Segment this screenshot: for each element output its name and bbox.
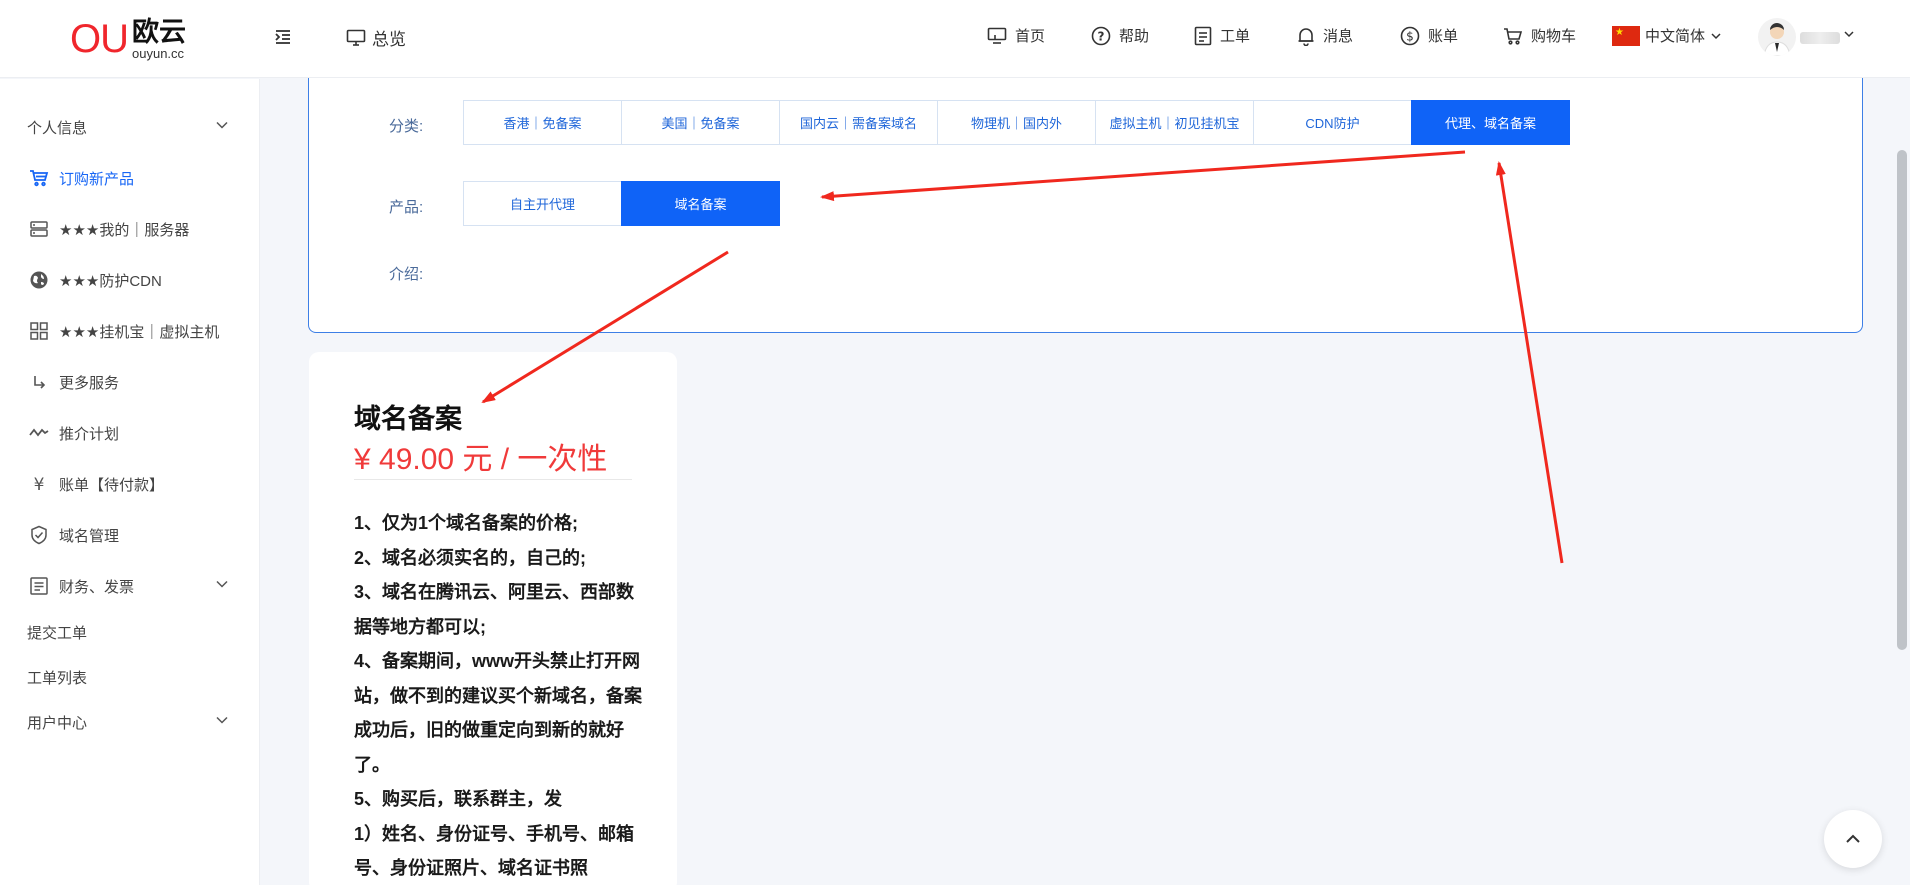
top-header: OU 欧云 ouyun.cc 总览 首页 ? 帮助 工单 消息 $ 账单 购物车… (0, 0, 1910, 78)
wave-icon (29, 428, 49, 437)
user-avatar[interactable] (1758, 18, 1796, 56)
nav-billing[interactable]: $ 账单 (1400, 25, 1458, 46)
divider (354, 479, 632, 480)
category-option[interactable]: 物理机｜国内外 (937, 100, 1096, 145)
svg-text:¥: ¥ (34, 475, 45, 493)
product-option-selected[interactable]: 域名备案 (621, 181, 780, 226)
sidebar-item-label: ★★★防护CDN (59, 272, 162, 290)
sidebar-item-label: 提交工单 (27, 624, 88, 642)
china-flag-icon: ★ (1612, 25, 1640, 46)
category-option-selected[interactable]: 代理、域名备案 (1411, 100, 1570, 145)
sidebar-item-label: 账单【待付款】 (59, 476, 165, 494)
document-icon (30, 577, 48, 595)
svg-text:?: ? (1098, 29, 1105, 43)
svg-text:$: $ (1406, 29, 1414, 43)
sidebar-item-label: 用户中心 (27, 714, 88, 732)
sidebar-item-label: ★★★我的｜服务器 (59, 221, 190, 239)
product-option[interactable]: 自主开代理 (463, 181, 622, 226)
category-option[interactable]: 香港｜免备案 (463, 100, 622, 145)
sidebar-item-finance[interactable]: 财务、发票 (0, 564, 260, 608)
category-option[interactable]: 美国｜免备案 (621, 100, 780, 145)
category-option[interactable]: 国内云｜需备案域名 (779, 100, 938, 145)
description-line: 5、购买后，联系群主，发 (354, 789, 563, 809)
sidebar-item-label: 财务、发票 (59, 578, 135, 596)
product-title: 域名备案 (354, 404, 462, 434)
grid-icon (30, 322, 48, 340)
sidebar-item-more-services[interactable]: 更多服务 (0, 360, 260, 404)
sidebar-item-label: ★★★挂机宝｜虚拟主机 (59, 323, 220, 341)
sidebar-item-bills[interactable]: ¥ 账单【待付款】 (0, 462, 260, 506)
product-price: ¥ 49.00 元 / 一次性 (354, 443, 608, 476)
chevron-down-icon (216, 121, 228, 129)
nav-ticket-label: 工单 (1220, 28, 1251, 45)
product-options: 自主开代理 域名备案 (463, 181, 780, 226)
ticket-icon (1194, 26, 1212, 45)
nav-cart-label: 购物车 (1531, 28, 1577, 45)
nav-messages[interactable]: 消息 (1297, 25, 1353, 46)
globe-icon (30, 271, 48, 289)
check-shield-icon (31, 525, 47, 545)
chevron-down-icon (216, 580, 228, 588)
language-label: 中文简体 (1645, 28, 1706, 45)
product-label: 产品: (389, 199, 424, 216)
chevron-down-icon (1711, 32, 1721, 39)
description-line: 4、备案期间，www开头禁止打开网站，做不到的建议买个新域名，备案成功后，旧的做… (354, 651, 642, 775)
server-icon (30, 221, 48, 237)
back-to-top-button[interactable] (1824, 810, 1882, 868)
user-menu-chevron-icon[interactable] (1844, 30, 1854, 38)
sidebar-item-domains[interactable]: 域名管理 (0, 513, 260, 557)
return-arrow-icon (34, 376, 46, 389)
product-card[interactable]: 域名备案 ¥ 49.00 元 / 一次性 1、仅为1个域名备案的价格; 2、域名… (309, 352, 677, 885)
scrollbar-thumb[interactable] (1897, 150, 1907, 650)
dollar-icon: $ (1400, 26, 1420, 45)
description-line: 3、域名在腾讯云、阿里云、西部数据等地方都可以; (354, 582, 635, 637)
sidebar-item-profile[interactable]: 个人信息 (0, 105, 260, 149)
sidebar-item-label: 订购新产品 (59, 170, 135, 188)
chevron-down-icon (216, 716, 228, 724)
yen-icon: ¥ (34, 475, 45, 493)
description-line: 2、域名必须实名的，自己的; (354, 547, 587, 568)
cart-icon (30, 170, 49, 187)
sidebar-item-cdn[interactable]: ★★★防护CDN (0, 258, 260, 302)
description-line: 1）姓名、身份证号、手机号、邮箱号、身份证照片、域名证书照 (354, 823, 635, 879)
product-description: 1、仅为1个域名备案的价格; 2、域名必须实名的，自己的; 3、域名在腾讯云、阿… (354, 506, 644, 885)
sidebar-item-referral[interactable]: 推介计划 (0, 411, 260, 455)
category-option[interactable]: CDN防护 (1253, 100, 1412, 145)
bell-icon (1298, 27, 1314, 46)
cart-icon (1504, 27, 1523, 45)
intro-label: 介绍: (389, 266, 424, 283)
nav-messages-label: 消息 (1323, 28, 1354, 45)
sidebar-item-label: 个人信息 (27, 119, 88, 137)
category-option[interactable]: 虚拟主机｜初见挂机宝 (1095, 100, 1254, 145)
nav-billing-label: 账单 (1428, 28, 1459, 45)
description-line: 1、仅为1个域名备案的价格; (354, 513, 579, 533)
category-label: 分类: (389, 118, 424, 135)
sidebar-item-label: 工单列表 (27, 669, 88, 687)
nav-help-label: 帮助 (1119, 28, 1150, 45)
sidebar-item-label: 推介计划 (59, 425, 120, 443)
category-options: 香港｜免备案 美国｜免备案 国内云｜需备案域名 物理机｜国内外 虚拟主机｜初见挂… (463, 100, 1570, 145)
sidebar-item-submit-ticket[interactable]: 提交工单 (0, 610, 260, 654)
product-filter-panel: 分类: 香港｜免备案 美国｜免备案 国内云｜需备案域名 物理机｜国内外 虚拟主机… (308, 78, 1863, 333)
sidebar-item-user-center[interactable]: 用户中心 (0, 700, 260, 744)
help-icon: ? (1091, 26, 1111, 45)
nav-cart[interactable]: 购物车 (1503, 25, 1576, 46)
nav-home-label: 首页 (1015, 28, 1046, 45)
sidebar-item-label: 更多服务 (59, 374, 120, 392)
nav-ticket[interactable]: 工单 (1194, 25, 1250, 46)
username-redacted (1800, 32, 1840, 44)
nav-home[interactable]: 首页 (987, 25, 1045, 46)
language-selector[interactable]: ★ 中文简体 (1612, 25, 1721, 46)
top-nav: 首页 ? 帮助 工单 消息 $ 账单 购物车 ★ 中文简体 (0, 25, 1910, 53)
sidebar: 个人信息 订购新产品 ★★★我的｜服务器 ★★★防护CDN ★★★挂机宝｜虚拟主… (0, 79, 260, 885)
chevron-up-icon (1846, 834, 1860, 843)
nav-help[interactable]: ? 帮助 (1091, 25, 1149, 46)
sidebar-item-servers[interactable]: ★★★我的｜服务器 (0, 207, 260, 251)
monitor-icon (987, 27, 1007, 44)
sidebar-item-ticket-list[interactable]: 工单列表 (0, 655, 260, 699)
sidebar-item-label: 域名管理 (59, 527, 120, 545)
sidebar-item-vhost[interactable]: ★★★挂机宝｜虚拟主机 (0, 309, 260, 353)
sidebar-item-order-new[interactable]: 订购新产品 (0, 156, 260, 200)
